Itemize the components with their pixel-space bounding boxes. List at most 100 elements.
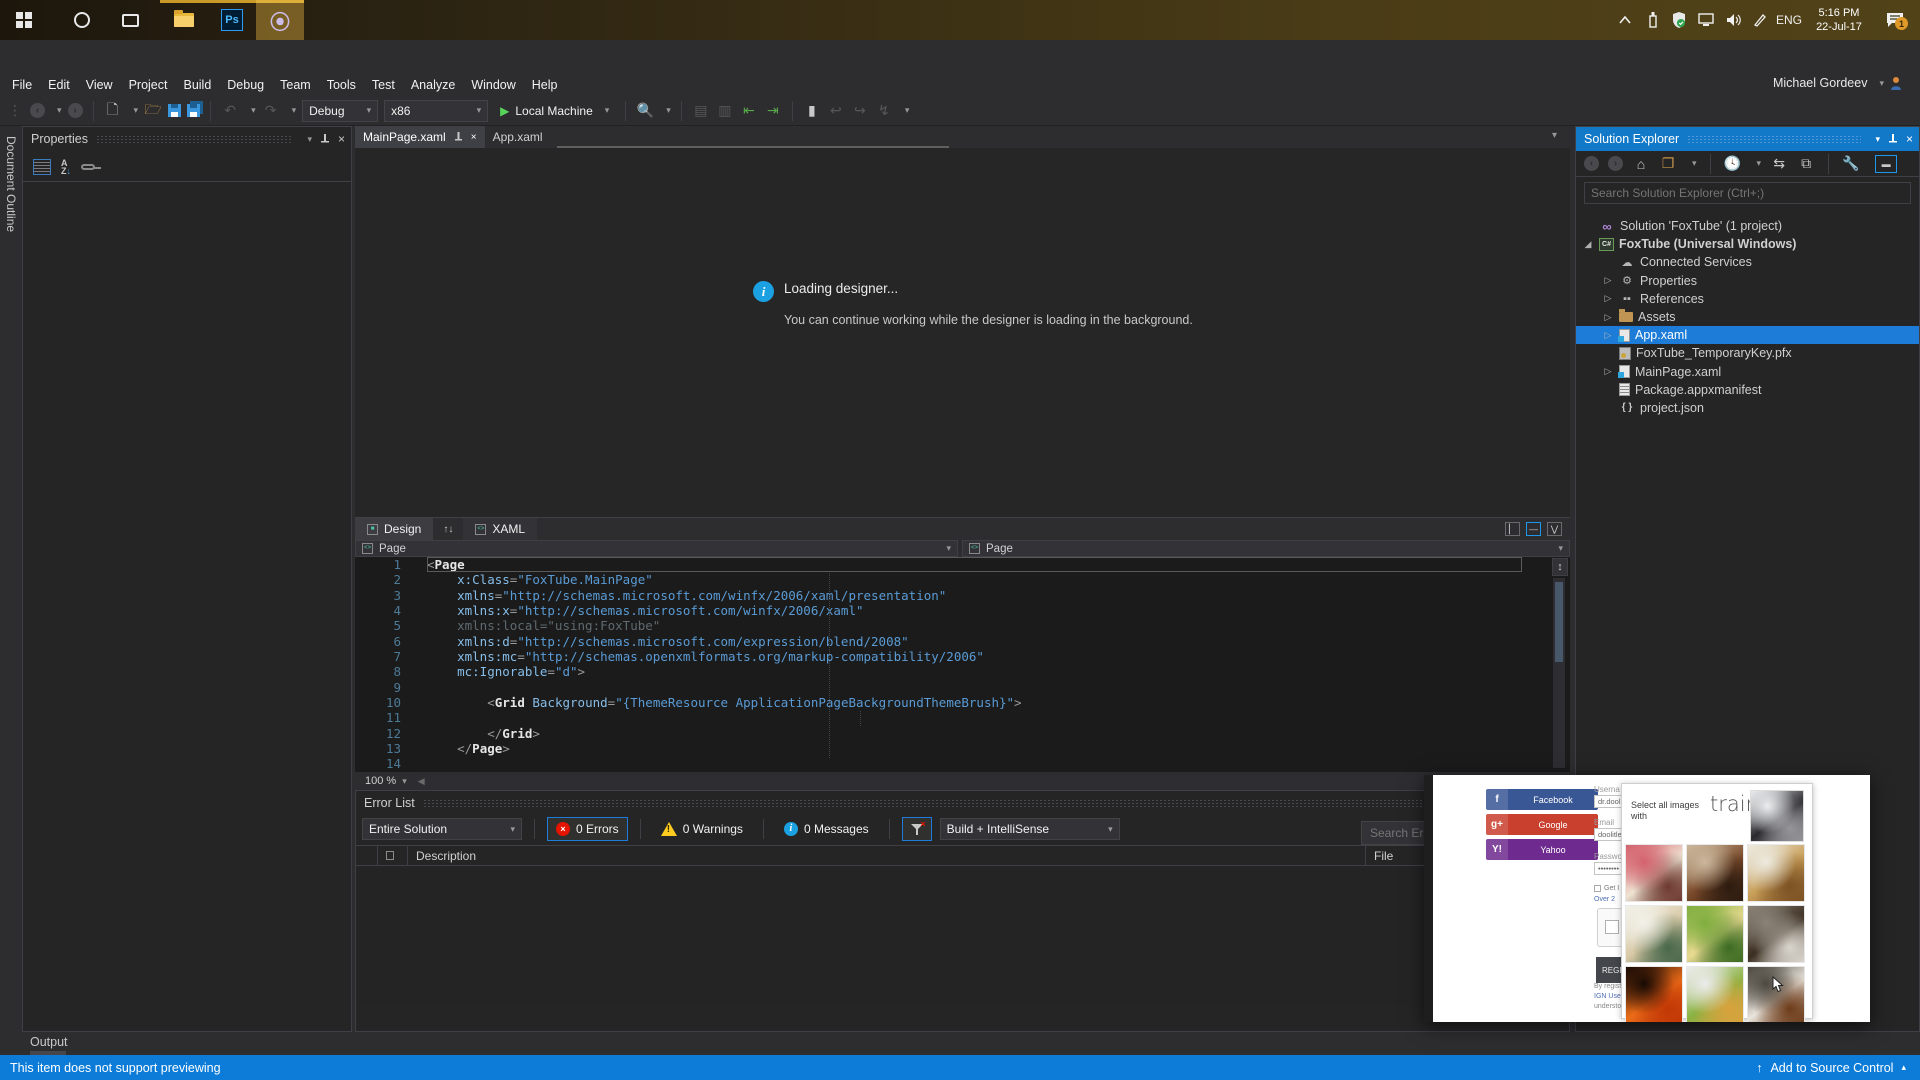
redo-button[interactable]: ↷ (262, 102, 280, 119)
action-center-button[interactable]: 1 (1878, 0, 1912, 40)
zoom-level[interactable]: 100 % (355, 775, 396, 787)
code-line-6[interactable]: 6 xmlns:d="http://schemas.microsoft.com/… (355, 634, 1570, 649)
save-all-button[interactable] (187, 104, 201, 117)
previous-bookmark-button[interactable]: ↩ (827, 102, 845, 119)
tree-item-foxtube-temporarykey-pfx[interactable]: FoxTube_TemporaryKey.pfx (1576, 344, 1919, 362)
add-to-source-control-button[interactable]: ↑ Add to Source Control ▴ (1756, 1061, 1906, 1075)
scroll-left-arrow[interactable]: ◀ (415, 776, 425, 786)
start-button[interactable] (0, 0, 48, 40)
collapsed-arrow-icon[interactable]: ▷ (1602, 293, 1614, 304)
collapsed-arrow-icon[interactable]: ▷ (1602, 366, 1614, 377)
clock[interactable]: 5:16 PM 22-Jul-17 (1806, 0, 1872, 40)
toggle-bookmark-button[interactable]: ▮ (803, 102, 821, 119)
tree-item-mainpage-xaml[interactable]: ▷ MainPage.xaml (1576, 363, 1919, 381)
newsletter-checkbox-row[interactable]: Get I (1594, 885, 1619, 892)
splitter-grip[interactable]: ↕ (1552, 558, 1568, 576)
switch-views-button[interactable]: ❐ (1659, 155, 1677, 172)
find-dropdown[interactable]: ▾ (666, 105, 671, 116)
yahoo-login-button[interactable]: Y! Yahoo (1486, 839, 1598, 860)
collapsed-arrow-icon[interactable]: ▷ (1602, 275, 1614, 286)
solution-platform-dropdown[interactable]: x86 ▾ (384, 99, 489, 122)
sync-with-active-document-button[interactable]: ⇆ (1770, 155, 1788, 172)
tree-item-assets[interactable]: ▷ Assets (1576, 308, 1919, 326)
severity-column-icon[interactable] (378, 846, 408, 865)
google-login-button[interactable]: g+ Google (1486, 814, 1598, 835)
code-line-10[interactable]: 10 <Grid Background="{ThemeResource Appl… (355, 695, 1570, 710)
window-position-dropdown[interactable]: ▾ (1875, 134, 1880, 145)
tab-mainpage-xaml[interactable]: MainPage.xaml × (355, 126, 485, 148)
tree-item-properties[interactable]: ▷ ⚙ Properties (1576, 272, 1919, 290)
save-button[interactable] (168, 104, 182, 117)
target-dropdown[interactable]: ▾ (605, 105, 610, 116)
captcha-image-strawberry-cake[interactable] (1625, 844, 1683, 902)
breadcrumb-dropdown[interactable]: ▾ (946, 543, 951, 554)
menu-build[interactable]: Build (175, 75, 219, 95)
toolbar-overflow-dropdown[interactable]: ▾ (905, 105, 910, 116)
code-line-13[interactable]: 13 </Page> (355, 741, 1570, 756)
collapsed-arrow-icon[interactable]: ▷ (1602, 330, 1614, 341)
defender-tray-icon[interactable] (1666, 0, 1692, 40)
code-line-3[interactable]: 3 xmlns="http://schemas.microsoft.com/wi… (355, 588, 1570, 603)
collapse-pane-button[interactable]: ⋁ (1547, 522, 1562, 536)
filter-toggle-button[interactable]: × (901, 817, 932, 841)
close-tab-icon[interactable]: × (471, 132, 477, 143)
tray-expand-chevron[interactable] (1612, 0, 1638, 40)
tab-app-xaml[interactable]: App.xaml (485, 126, 551, 148)
se-forward-button[interactable]: › (1608, 156, 1623, 171)
language-indicator[interactable]: ENG (1772, 0, 1806, 40)
menu-file[interactable]: File (4, 75, 40, 95)
breadcrumb-dropdown[interactable]: ▾ (1558, 543, 1563, 554)
menu-debug[interactable]: Debug (219, 75, 272, 95)
tree-item-references[interactable]: ▷ ▪▪ References (1576, 290, 1919, 308)
swap-panes-button[interactable]: ↑↓ (433, 524, 463, 535)
xaml-code-editor[interactable]: 1 <Page 2 x:Class="FoxTube.MainPage" 3 xmln… (355, 557, 1570, 772)
error-scope-dropdown[interactable]: Entire Solution ▾ (362, 818, 522, 840)
code-line-12[interactable]: 12 </Grid> (355, 726, 1570, 741)
warnings-filter-button[interactable]: ! 0 Warnings (653, 817, 751, 841)
menu-help[interactable]: Help (524, 75, 566, 95)
output-panel-tab[interactable]: Output (30, 1035, 68, 1049)
captcha-image-pancakes-coffee[interactable] (1747, 844, 1805, 902)
captcha-image-chocolate-dessert[interactable] (1686, 844, 1744, 902)
cortana-button[interactable] (58, 0, 106, 40)
scrollbar-thumb[interactable] (1555, 582, 1563, 662)
file-explorer-button[interactable] (160, 0, 208, 40)
code-line-8[interactable]: 8 mc:Ignorable="d"> (355, 664, 1570, 679)
document-outline-tab[interactable]: Document Outline (4, 136, 18, 232)
horizontal-scrollbar[interactable]: ◀ (414, 775, 1550, 787)
code-line-5[interactable]: 5 xmlns:local="using:FoxTube" (355, 618, 1570, 633)
property-key-icon[interactable] (81, 164, 101, 170)
pin-icon[interactable] (320, 133, 330, 145)
menu-tools[interactable]: Tools (319, 75, 364, 95)
horizontal-split-button[interactable]: — (1526, 522, 1541, 536)
errors-filter-button[interactable]: × 0 Errors (547, 817, 628, 841)
captcha-image-walnut-salad[interactable] (1686, 905, 1744, 963)
volume-tray-icon[interactable] (1720, 0, 1748, 40)
code-line-11[interactable]: 11 (355, 710, 1570, 725)
tree-item-solution-foxtube-1-project-[interactable]: ∞ Solution 'FoxTube' (1 project) (1576, 217, 1919, 235)
checkbox-icon[interactable] (1594, 885, 1601, 892)
next-bookmark-button[interactable]: ↪ (851, 102, 869, 119)
menu-edit[interactable]: Edit (40, 75, 78, 95)
facebook-login-button[interactable]: f Facebook (1486, 789, 1598, 810)
tree-item-package-appxmanifest[interactable]: Package.appxmanifest (1576, 381, 1919, 399)
xaml-view-tab[interactable]: <> XAML (463, 517, 538, 541)
build-intellisense-dropdown[interactable]: Build + IntelliSense ▾ (939, 818, 1120, 840)
collapse-all-button[interactable]: ⧉ (1797, 155, 1815, 172)
menu-project[interactable]: Project (121, 75, 176, 95)
menu-team[interactable]: Team (272, 75, 319, 95)
clear-bookmarks-button[interactable]: ↯ (875, 102, 893, 119)
close-icon[interactable]: × (338, 132, 345, 146)
collapsed-arrow-icon[interactable]: ▷ (1602, 312, 1614, 323)
description-column-header[interactable]: Description (408, 846, 1366, 865)
design-view-tab[interactable]: ■ Design (355, 517, 434, 541)
pin-icon[interactable] (1888, 133, 1898, 145)
back-dropdown[interactable]: ▾ (57, 105, 62, 116)
tree-item-project-json[interactable]: { } project.json (1576, 399, 1919, 417)
captcha-image-train-locomotive[interactable] (1750, 790, 1804, 842)
solution-explorer-search-input[interactable] (1584, 182, 1911, 204)
captcha-image-glowing-bowl[interactable] (1625, 966, 1683, 1022)
start-debugging-button[interactable]: ▶ Local Machine ▾ (494, 104, 615, 118)
solution-configuration-dropdown[interactable]: Debug ▾ (302, 99, 379, 122)
code-line-7[interactable]: 7 xmlns:mc="http://schemas.openxmlformat… (355, 649, 1570, 664)
